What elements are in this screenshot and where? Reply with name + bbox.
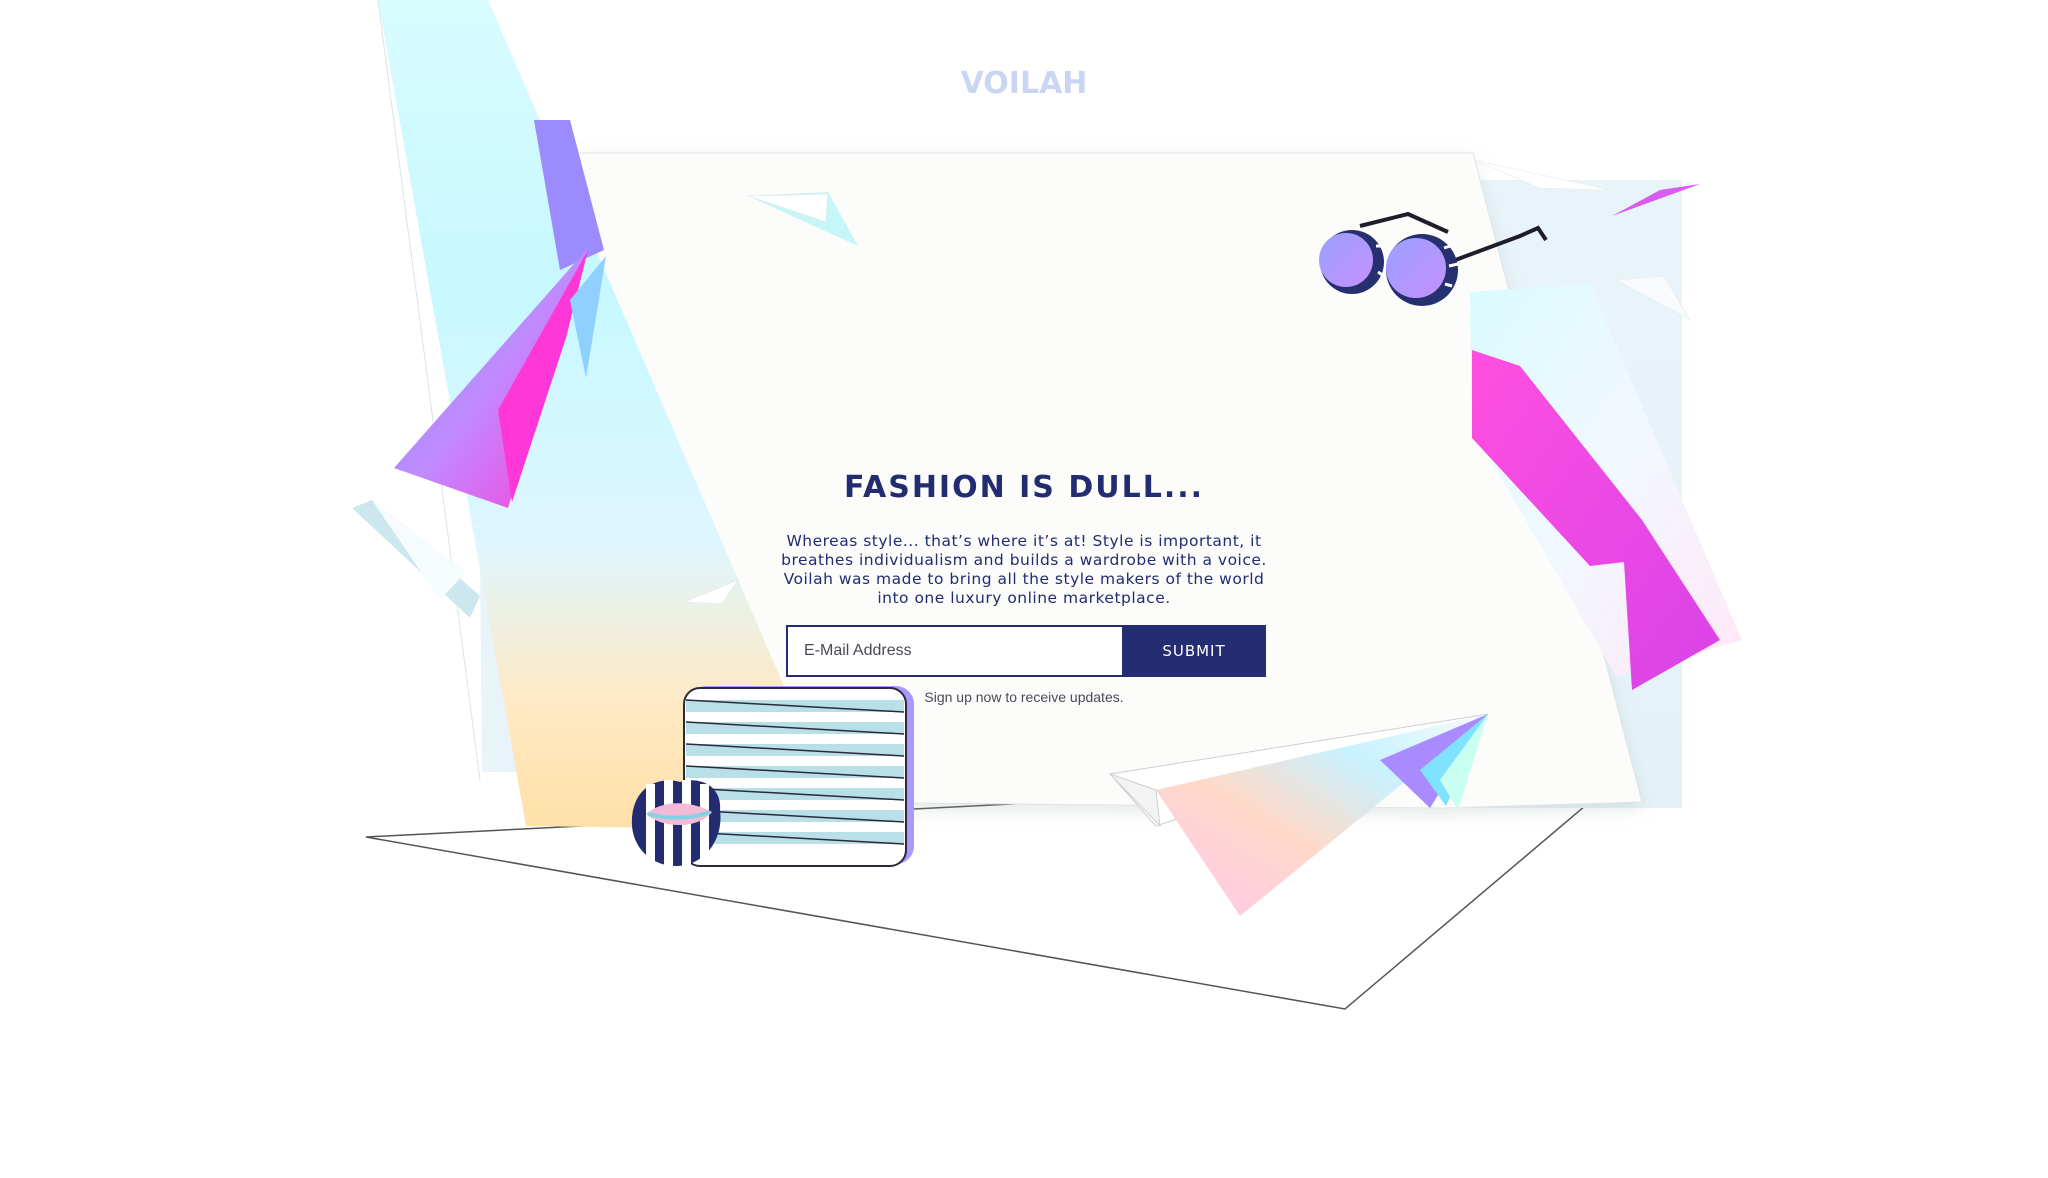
landing-page: VOILAH FASHION IS DULL... Whereas style.… — [0, 0, 2048, 1178]
prism-white-left — [372, 500, 466, 600]
hero-content: FASHION IS DULL... Whereas style... that… — [754, 466, 1294, 608]
brand-logo[interactable]: VOILAH — [0, 62, 2048, 106]
notebook-icon — [683, 686, 914, 867]
signup-hint: Sign up now to receive updates. — [924, 689, 1124, 705]
signup-form: SUBMIT — [786, 625, 1266, 677]
lips-pin-icon — [631, 780, 721, 866]
hero-body: Whereas style... that’s where it’s at! S… — [781, 532, 1267, 607]
email-field[interactable] — [786, 625, 1122, 677]
submit-button[interactable]: SUBMIT — [1122, 625, 1266, 677]
hero-headline: FASHION IS DULL... — [843, 470, 1205, 505]
